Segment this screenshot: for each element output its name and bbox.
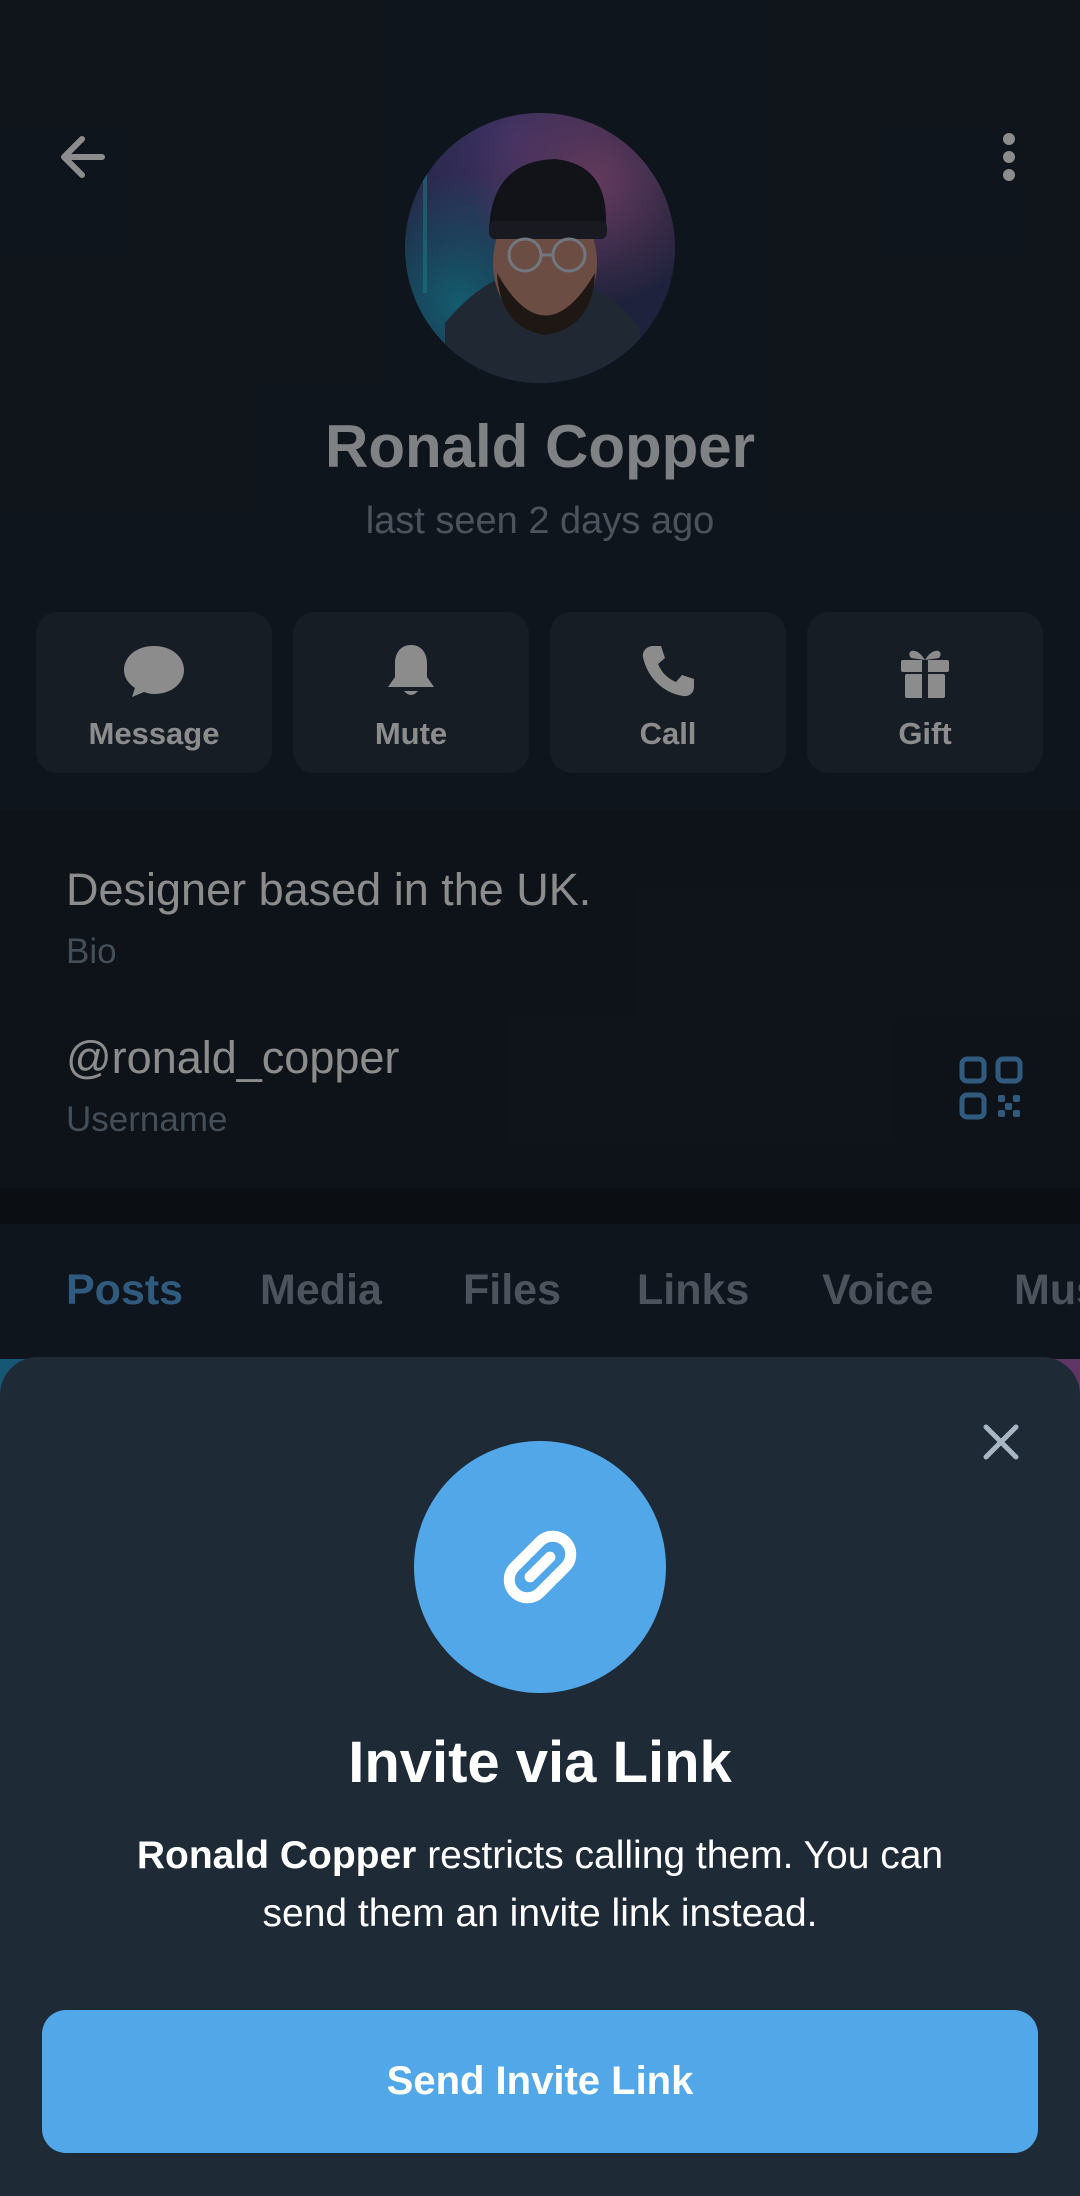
contact-name: Ronald Copper: [136, 1834, 417, 1877]
profile-screen: Ronald Copper last seen 2 days ago Messa…: [0, 0, 1080, 2196]
send-invite-link-button[interactable]: Send Invite Link: [42, 2010, 1038, 2153]
sheet-description: Ronald Copper restricts calling them. Yo…: [110, 1827, 970, 1943]
invite-bottom-sheet: Invite via Link Ronald Copper restricts …: [0, 1357, 1080, 2196]
link-badge: [414, 1441, 666, 1693]
sheet-title: Invite via Link: [348, 1730, 732, 1795]
link-icon: [503, 1530, 577, 1604]
close-icon: [983, 1424, 1019, 1460]
close-button[interactable]: [968, 1409, 1034, 1475]
